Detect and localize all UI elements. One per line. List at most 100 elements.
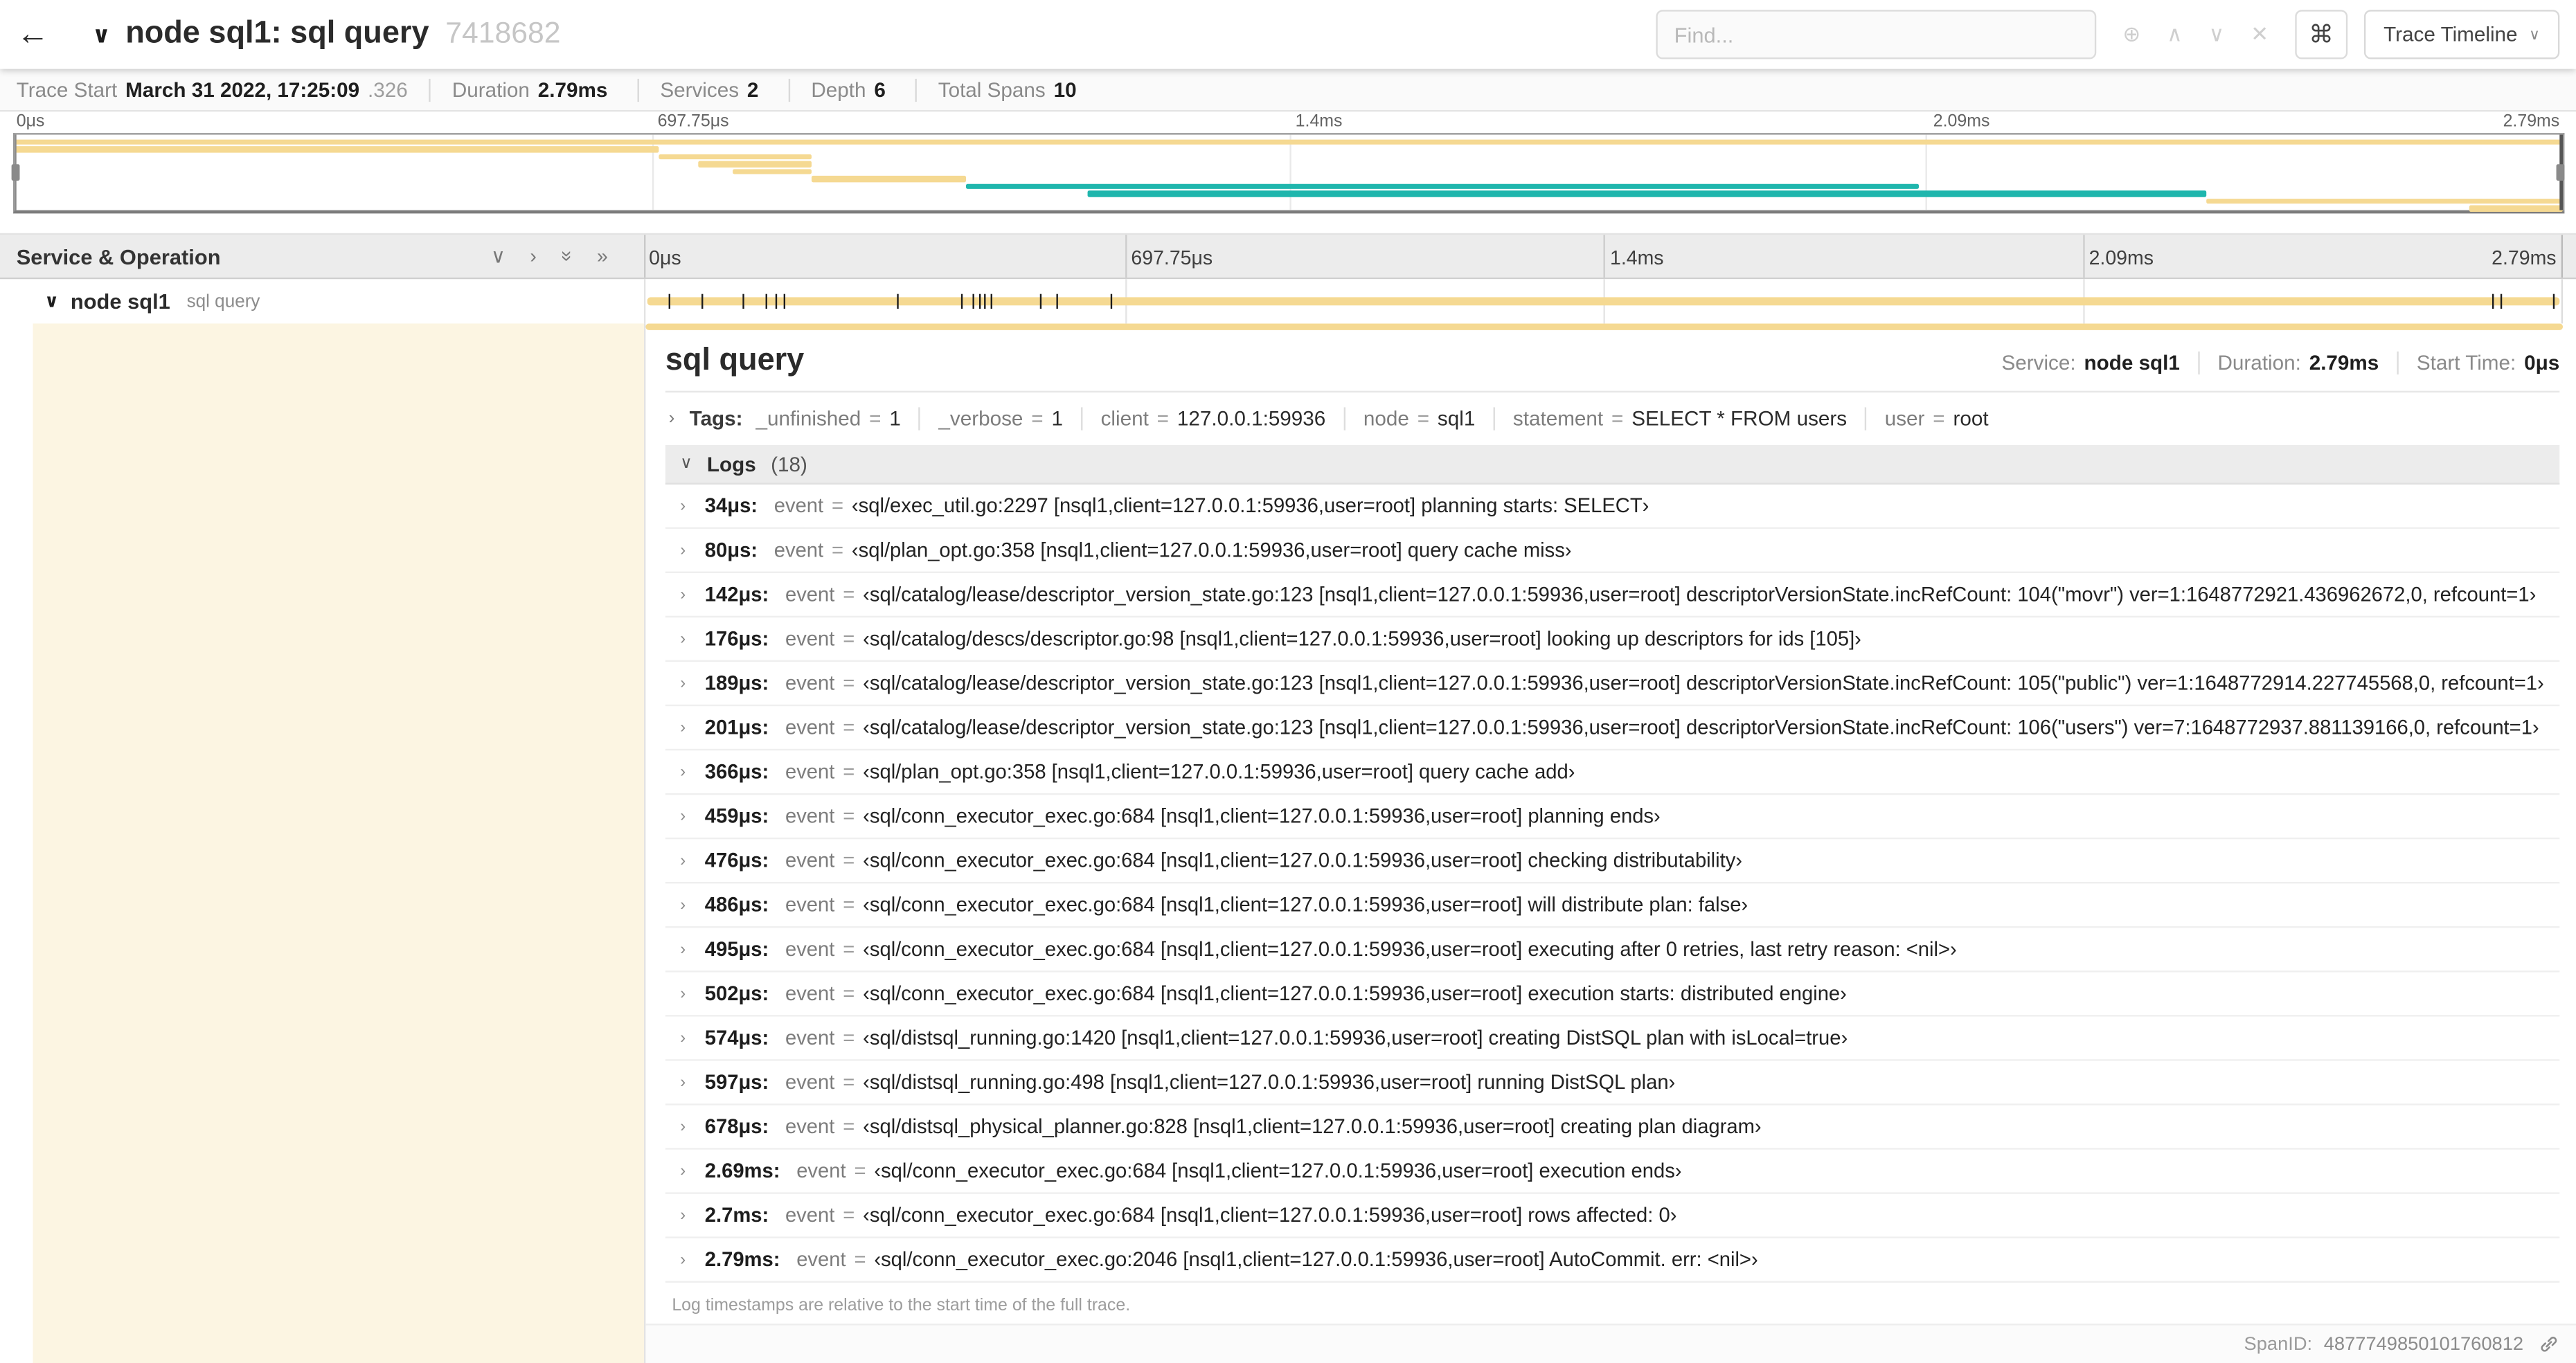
log-row[interactable]: › 502μs: event = ‹sql/conn_executor_exec… — [665, 972, 2560, 1017]
minimap-drag-handle-left[interactable] — [11, 134, 20, 210]
back-button[interactable]: ← — [17, 16, 66, 54]
log-row[interactable]: › 678μs: event = ‹sql/distsql_physical_p… — [665, 1105, 2560, 1150]
chevron-right-icon[interactable]: › — [680, 497, 705, 515]
tick-label: 1.4ms — [1295, 111, 1343, 132]
logs-header[interactable]: ∨ Logs (18) — [665, 444, 2560, 485]
span-id-label: SpanID: — [2244, 1334, 2313, 1355]
log-field-value: ‹sql/catalog/lease/descriptor_version_st… — [863, 716, 2539, 739]
chevron-up-icon[interactable]: ∧ — [2167, 21, 2183, 48]
chevron-right-icon[interactable]: › — [680, 719, 705, 737]
log-equals: = — [843, 1070, 855, 1094]
log-row[interactable]: › 459μs: event = ‹sql/conn_executor_exec… — [665, 795, 2560, 840]
log-row[interactable]: › 574μs: event = ‹sql/distsql_running.go… — [665, 1017, 2560, 1061]
log-field-key: event — [773, 494, 824, 518]
log-timestamp: 2.7ms: — [704, 1204, 769, 1227]
log-row[interactable]: › 597μs: event = ‹sql/distsql_running.go… — [665, 1061, 2560, 1105]
expand-all-icon[interactable]: » — [597, 244, 608, 267]
summary-label: Services — [660, 78, 740, 101]
chevron-right-icon[interactable]: › — [680, 851, 705, 869]
chevron-right-icon[interactable]: › — [680, 674, 705, 692]
span-row-label[interactable]: ∨ node sql1 sql query — [0, 279, 646, 324]
log-row[interactable]: › 80μs: event = ‹sql/plan_opt.go:358 [ns… — [665, 529, 2560, 573]
log-row[interactable]: › 176μs: event = ‹sql/catalog/descs/desc… — [665, 617, 2560, 662]
meta-value: node sql1 — [2084, 351, 2180, 374]
log-timestamp: 2.79ms: — [704, 1248, 780, 1272]
chevron-right-icon[interactable]: › — [680, 984, 705, 1002]
chevron-right-icon[interactable]: › — [680, 896, 705, 914]
close-icon[interactable]: ✕ — [2251, 21, 2269, 48]
log-event-tick — [1055, 294, 1057, 309]
expand-one-icon[interactable]: › — [530, 244, 536, 267]
chevron-right-icon[interactable]: › — [680, 541, 705, 559]
collapse-all-icon[interactable]: » — [555, 251, 578, 262]
tag-value: 1 — [889, 407, 901, 431]
tag-key: client — [1100, 407, 1149, 431]
tag-equals: = — [1031, 407, 1044, 431]
chevron-right-icon[interactable]: › — [680, 1207, 705, 1225]
link-icon[interactable] — [2538, 1333, 2559, 1355]
log-field-key: event — [785, 1204, 835, 1227]
log-row[interactable]: › 2.69ms: event = ‹sql/conn_executor_exe… — [665, 1150, 2560, 1194]
tick-label: 2.09ms — [2088, 246, 2154, 270]
log-event-tick — [961, 294, 964, 309]
meta-item: Service: node sql1 — [2001, 352, 2179, 374]
chevron-right-icon[interactable]: › — [680, 586, 705, 604]
log-row[interactable]: › 189μs: event = ‹sql/catalog/lease/desc… — [665, 662, 2560, 707]
chevron-right-icon[interactable]: › — [680, 630, 705, 648]
minimap-span — [697, 161, 813, 168]
tag-value: SELECT * FROM users — [1631, 407, 1848, 431]
chevron-right-icon[interactable]: › — [680, 1029, 705, 1047]
chevron-down-icon[interactable]: ∨ — [44, 291, 59, 312]
keyboard-shortcuts-button[interactable]: ⌘ — [2295, 10, 2347, 60]
tags-row[interactable]: › Tags: _unfinished = 1 _verbose = 1 cli… — [665, 392, 2559, 445]
log-equals: = — [843, 1114, 855, 1139]
minimap-drag-handle-right[interactable] — [2556, 134, 2565, 210]
log-row[interactable]: › 476μs: event = ‹sql/conn_executor_exec… — [665, 839, 2560, 884]
span-detail-panel: sql query Service: node sql1 Duration: 2… — [645, 323, 2576, 1363]
log-field-value: ‹sql/plan_opt.go:358 [nsql1,client=127.0… — [851, 539, 1572, 562]
chevron-right-icon[interactable]: › — [680, 763, 705, 781]
span-operation-name: sql query — [186, 291, 260, 312]
log-field-value: ‹sql/distsql_running.go:1420 [nsql1,clie… — [863, 1026, 1848, 1049]
chevron-right-icon[interactable]: › — [680, 1117, 705, 1135]
log-field-value: ‹sql/distsql_physical_planner.go:828 [ns… — [863, 1114, 1762, 1139]
log-row[interactable]: › 34μs: event = ‹sql/exec_util.go:2297 [… — [665, 485, 2560, 529]
chevron-right-icon[interactable]: › — [669, 409, 675, 428]
tick-label: 697.75μs — [657, 111, 729, 132]
chevron-right-icon[interactable]: › — [680, 1162, 705, 1180]
log-row[interactable]: › 366μs: event = ‹sql/plan_opt.go:358 [n… — [665, 750, 2560, 795]
log-field-key: event — [785, 627, 835, 651]
trace-collapse-chevron-icon[interactable]: ∨ — [92, 21, 111, 48]
log-row[interactable]: › 2.7ms: event = ‹sql/conn_executor_exec… — [665, 1194, 2560, 1238]
minimap-canvas[interactable] — [11, 133, 2565, 214]
logs-title: Logs — [706, 452, 756, 476]
log-timestamp: 34μs: — [704, 494, 758, 518]
log-row[interactable]: › 201μs: event = ‹sql/catalog/lease/desc… — [665, 706, 2560, 751]
chevron-down-icon[interactable]: ∨ — [2209, 21, 2225, 48]
view-dropdown-button[interactable]: Trace Timeline ∨ — [2363, 10, 2560, 60]
circle-plus-icon[interactable]: ⊕ — [2122, 21, 2140, 48]
log-row[interactable]: › 2.79ms: event = ‹sql/conn_executor_exe… — [665, 1238, 2560, 1283]
chevron-right-icon[interactable]: › — [680, 807, 705, 825]
chevron-down-icon[interactable]: ∨ — [680, 455, 692, 473]
summary-value: March 31 2022, 17:25:09 — [125, 78, 360, 101]
span-detail-meta: Service: node sql1 Duration: 2.79ms Star… — [2001, 351, 2559, 374]
find-input[interactable] — [1656, 10, 2097, 60]
collapse-one-icon[interactable]: ∨ — [491, 244, 506, 267]
trace-minimap: 0μs 697.75μs 1.4ms 2.09ms 2.79ms — [11, 111, 2565, 214]
trace-page: ← ∨ node sql1: sql query 7418682 ⊕ ∧ ∨ ✕… — [0, 0, 2576, 1363]
chevron-right-icon[interactable]: › — [680, 1251, 705, 1269]
log-row[interactable]: › 486μs: event = ‹sql/conn_executor_exec… — [665, 883, 2560, 928]
span-duration-bar[interactable] — [647, 297, 2560, 306]
chevron-right-icon[interactable]: › — [680, 940, 705, 958]
tick-label: 2.79ms — [2492, 246, 2557, 270]
tag-key: _unfinished — [755, 407, 861, 431]
log-event-tick — [701, 294, 703, 309]
log-row[interactable]: › 495μs: event = ‹sql/conn_executor_exec… — [665, 928, 2560, 973]
log-field-key: event — [785, 1070, 835, 1094]
chevron-right-icon[interactable]: › — [680, 1073, 705, 1091]
tag-equals: = — [1156, 407, 1170, 431]
log-row[interactable]: › 142μs: event = ‹sql/catalog/lease/desc… — [665, 573, 2560, 618]
span-detail-card: sql query Service: node sql1 Duration: 2… — [645, 330, 2576, 1324]
timeline-ticks: 0μs 697.75μs 1.4ms 2.09ms 2.79ms — [645, 235, 2564, 278]
